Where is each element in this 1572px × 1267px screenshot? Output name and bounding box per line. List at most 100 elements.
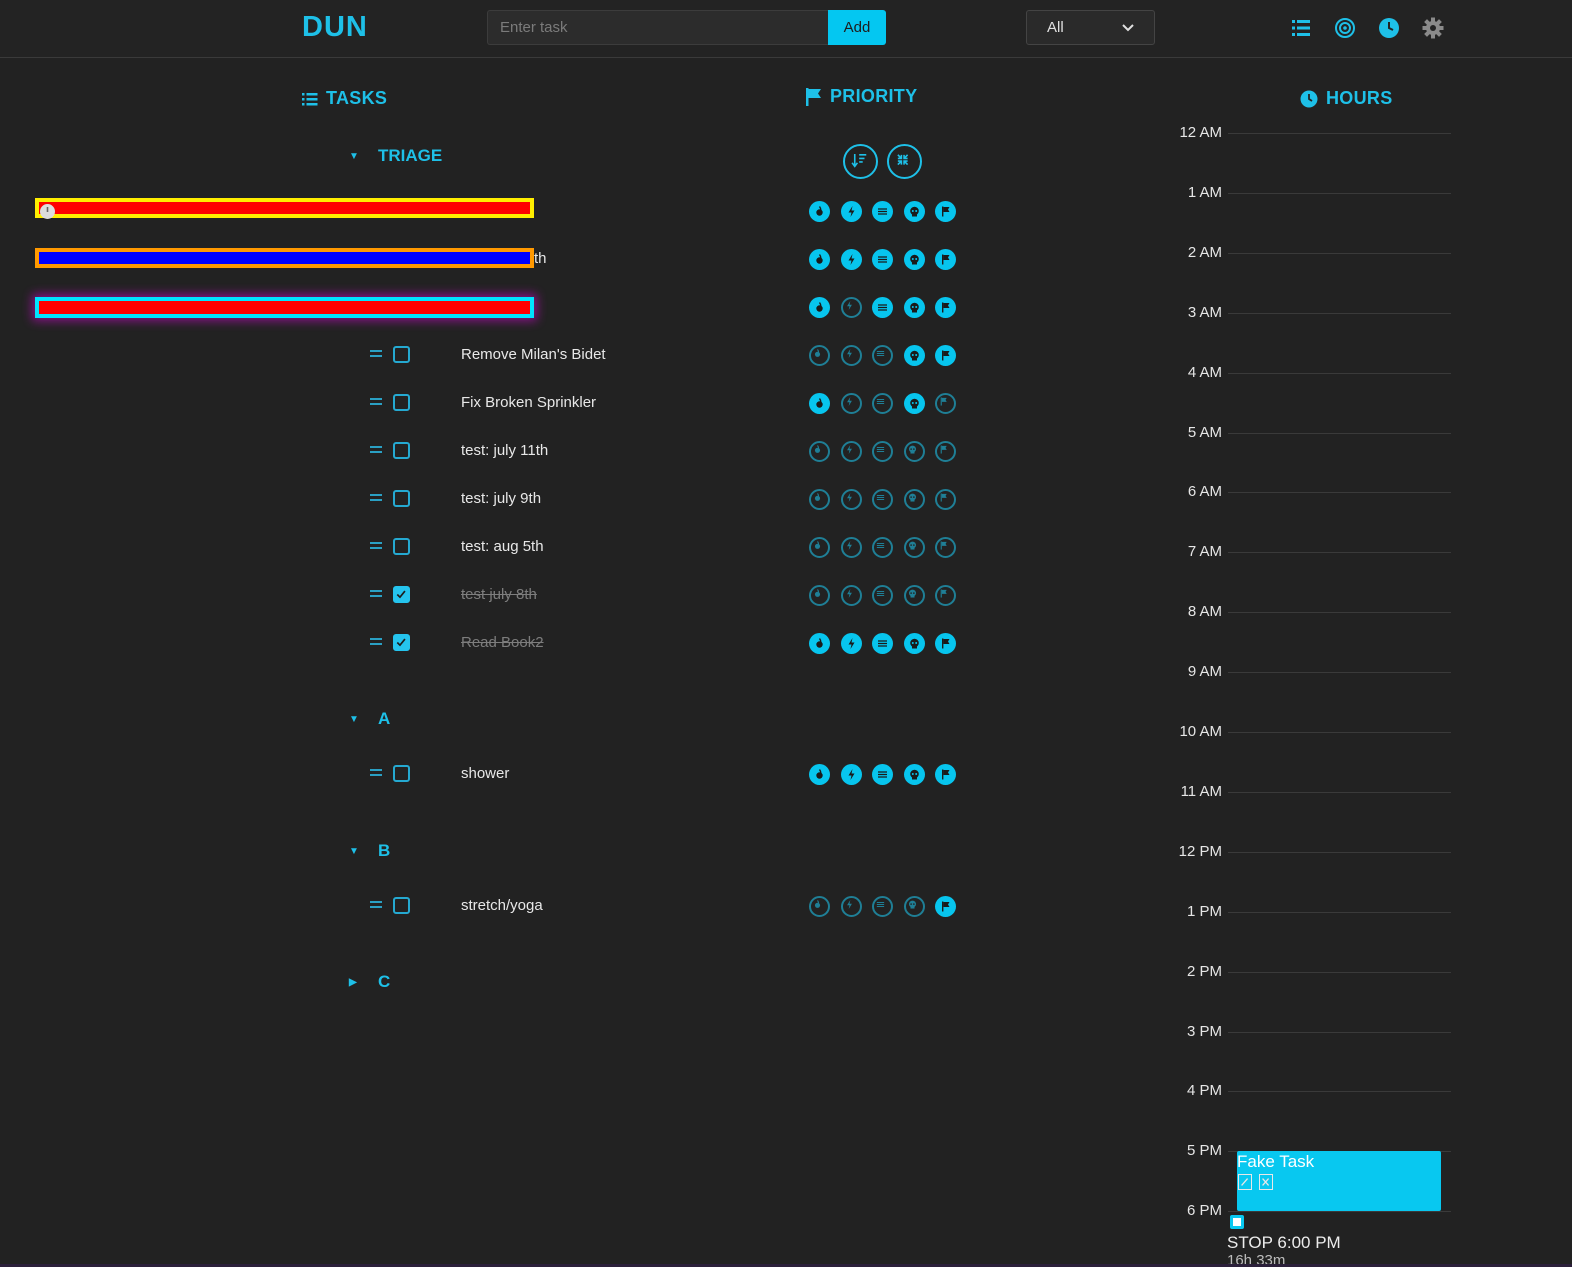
app-logo[interactable]: DUN [302,11,368,44]
priority-waves-toggle[interactable] [871,764,893,785]
priority-flame-toggle[interactable] [808,896,830,917]
priority-flame-toggle[interactable] [808,764,830,785]
caret-down-icon[interactable]: ▼ [349,846,371,857]
hour-line[interactable] [1228,1031,1451,1033]
priority-flag-toggle[interactable] [934,441,956,462]
task-checkbox[interactable] [393,897,410,914]
priority-bolt-toggle[interactable] [840,441,862,462]
task-checkbox[interactable] [393,394,410,411]
task-checkbox[interactable] [393,346,410,363]
priority-skull-toggle[interactable] [903,345,925,366]
task-name[interactable]: Remove Milan's Bidet [461,346,606,363]
priority-skull-toggle[interactable] [903,633,925,654]
priority-waves-toggle[interactable] [871,393,893,414]
hour-line[interactable] [1228,971,1451,973]
priority-skull-toggle[interactable] [903,489,925,510]
task-name[interactable]: test: july 9th [461,490,541,507]
priority-waves-toggle[interactable] [871,633,893,654]
priority-flag-toggle[interactable] [934,489,956,510]
priority-flame-toggle[interactable] [808,393,830,414]
priority-skull-toggle[interactable] [903,441,925,462]
priority-flame-toggle[interactable] [808,297,830,318]
hour-line[interactable] [1228,312,1451,314]
priority-flame-toggle[interactable] [808,441,830,462]
priority-bolt-toggle[interactable] [840,201,862,222]
hour-line[interactable] [1228,133,1451,134]
priority-flame-toggle[interactable] [808,201,830,222]
task-checkbox[interactable] [393,765,410,782]
priority-flag-toggle[interactable] [934,537,956,558]
hour-line[interactable] [1228,492,1451,494]
priority-bolt-toggle[interactable] [840,896,862,917]
stop-timer-button[interactable] [1230,1215,1244,1229]
task-checkbox[interactable] [393,442,410,459]
collapse-button[interactable] [887,144,922,179]
sort-priority-button[interactable] [843,144,878,179]
group-header[interactable]: ▼ A [349,709,390,729]
priority-flag-toggle[interactable] [934,393,956,414]
priority-bolt-toggle[interactable] [840,393,862,414]
hour-line[interactable] [1228,372,1451,374]
drag-handle-icon[interactable] [370,446,382,454]
priority-skull-toggle[interactable] [903,585,925,606]
priority-waves-toggle[interactable] [871,345,893,366]
drag-handle-icon[interactable] [370,590,382,598]
hour-line[interactable] [1228,851,1451,853]
priority-bolt-toggle[interactable] [840,297,862,318]
priority-flame-toggle[interactable] [808,489,830,510]
priority-flame-toggle[interactable] [808,633,830,654]
drag-handle-icon[interactable] [370,542,382,550]
caret-right-icon[interactable]: ▶ [349,977,371,988]
filter-select[interactable]: All [1026,10,1155,45]
priority-flame-toggle[interactable] [808,345,830,366]
hour-line[interactable] [1228,1091,1451,1093]
priority-flame-toggle[interactable] [808,249,830,270]
hour-line[interactable] [1228,732,1451,733]
priority-bolt-toggle[interactable] [840,764,862,785]
hour-line[interactable] [1228,432,1451,434]
hour-line[interactable] [1228,1211,1451,1213]
priority-skull-toggle[interactable] [903,201,925,222]
priority-flag-toggle[interactable] [934,297,956,318]
priority-waves-toggle[interactable] [871,441,893,462]
priority-waves-toggle[interactable] [871,585,893,606]
hour-line[interactable] [1228,911,1451,913]
task-name[interactable]: test july 8th [461,586,537,603]
task-name[interactable]: Read Book2 [461,634,544,651]
priority-flag-toggle[interactable] [934,633,956,654]
priority-waves-toggle[interactable] [871,896,893,917]
priority-flag-toggle[interactable] [934,249,956,270]
drag-handle-icon[interactable] [370,398,382,406]
gear-icon[interactable] [1422,17,1444,39]
task-name[interactable]: stretch/yoga [461,897,543,914]
drag-handle-icon[interactable] [370,901,382,909]
task-name[interactable]: Fix Broken Sprinkler [461,394,596,411]
task-input[interactable] [487,10,828,45]
priority-bolt-toggle[interactable] [840,633,862,654]
task-name[interactable]: shower [461,765,509,782]
priority-waves-toggle[interactable] [871,297,893,318]
task-name[interactable]: th [534,250,547,267]
priority-waves-toggle[interactable] [871,537,893,558]
priority-bolt-toggle[interactable] [840,249,862,270]
hour-line[interactable] [1228,612,1451,614]
list-icon[interactable] [1290,17,1312,39]
priority-flag-toggle[interactable] [934,201,956,222]
priority-flag-toggle[interactable] [934,345,956,366]
hour-line[interactable] [1228,192,1451,194]
task-checkbox[interactable] [393,490,410,507]
task-name[interactable]: test: aug 5th [461,538,544,555]
priority-waves-toggle[interactable] [871,201,893,222]
caret-down-icon[interactable]: ▼ [349,151,371,162]
group-header[interactable]: ▶ C [349,972,390,992]
caret-down-icon[interactable]: ▼ [349,714,371,725]
delete-icon[interactable] [1259,1174,1273,1190]
priority-bolt-toggle[interactable] [840,489,862,510]
group-header[interactable]: ▼ B [349,841,390,861]
task-checkbox[interactable] [393,586,410,603]
priority-bolt-toggle[interactable] [840,585,862,606]
drag-handle-icon[interactable] [370,350,382,358]
drag-handle-icon[interactable] [370,638,382,646]
drag-handle-icon[interactable] [370,769,382,777]
priority-waves-toggle[interactable] [871,249,893,270]
